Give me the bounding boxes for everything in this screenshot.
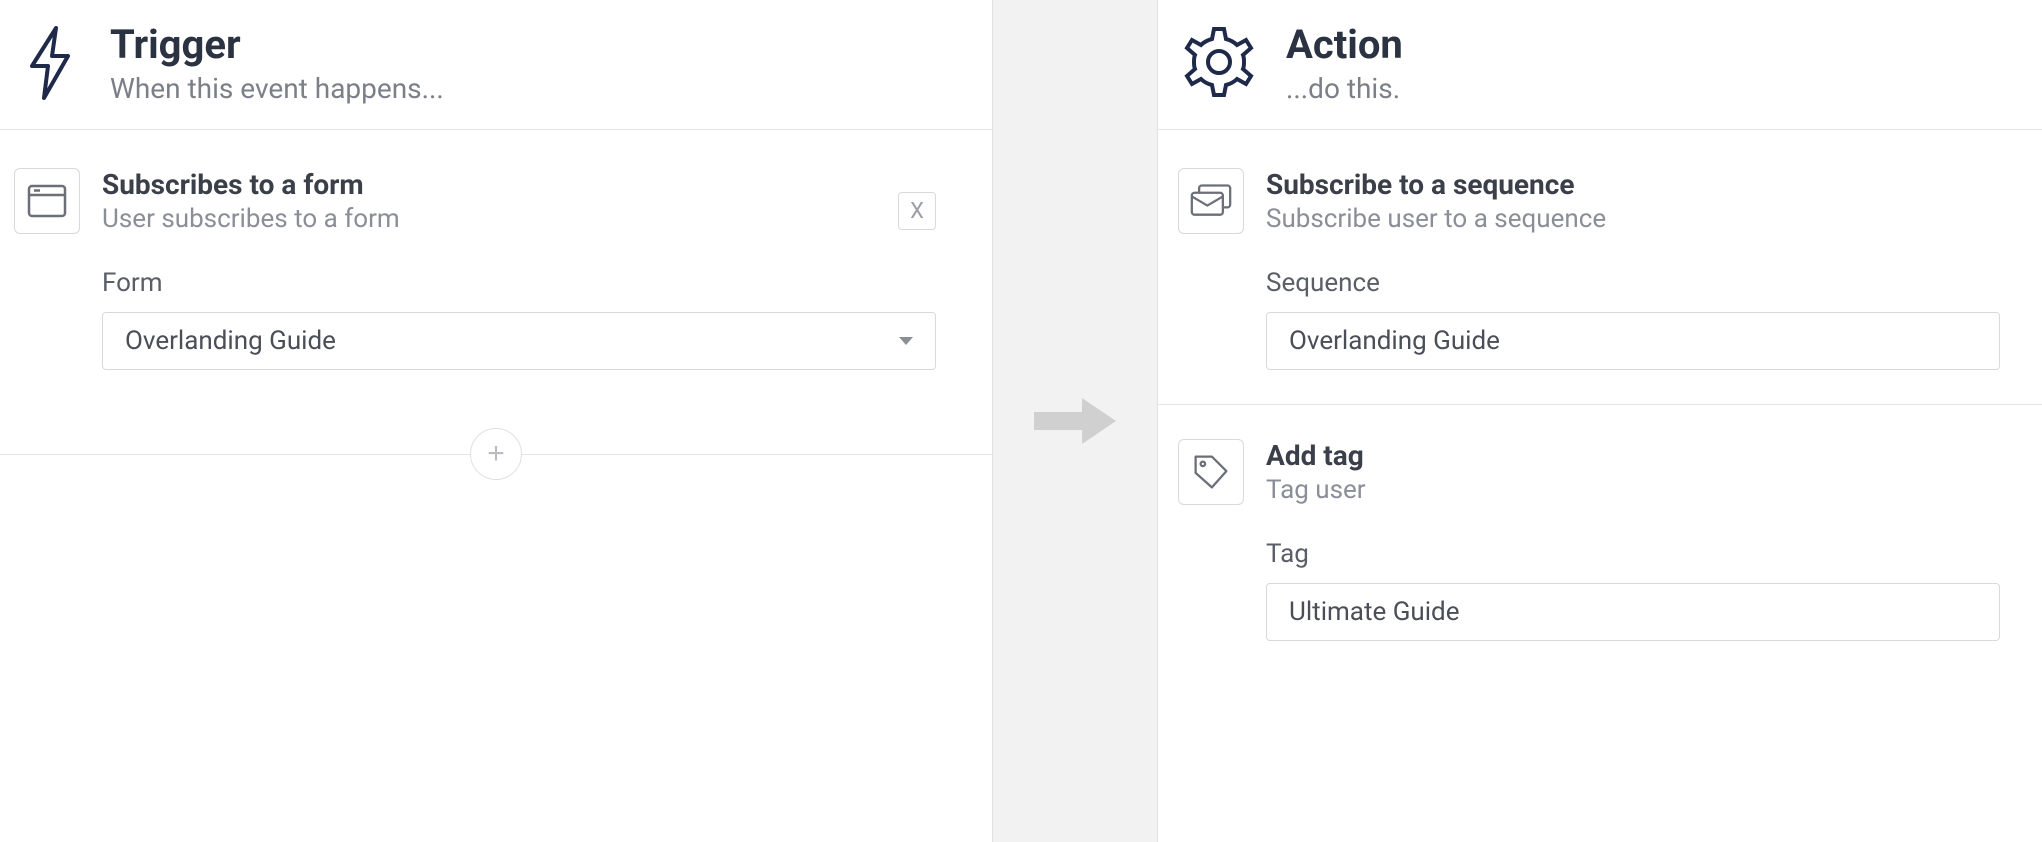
trigger-card-head: Subscribes to a form User subscribes to … [14, 168, 978, 234]
action-header-text: Action ...do this. [1286, 22, 1403, 105]
tag-select-value: Ultimate Guide [1289, 597, 1460, 627]
trigger-header: Trigger When this event happens... [0, 0, 992, 130]
action-card-sequence: Subscribe to a sequence Subscribe user t… [1178, 168, 2042, 370]
trigger-card-title: Subscribes to a form [102, 168, 400, 202]
tag-field-label: Tag [1266, 539, 2000, 569]
gear-icon [1178, 22, 1260, 104]
arrow-right-icon [1032, 394, 1118, 448]
form-field-label: Form [102, 268, 936, 298]
action-body: Subscribe to a sequence Subscribe user t… [1158, 130, 2042, 641]
sequence-select-value: Overlanding Guide [1289, 326, 1500, 356]
action-card-head: Subscribe to a sequence Subscribe user t… [1178, 168, 2042, 234]
action-card-title: Add tag [1266, 439, 1366, 473]
action-separator [1158, 404, 2042, 405]
sequence-select[interactable]: Overlanding Guide [1266, 312, 2000, 370]
sequence-field-label: Sequence [1266, 268, 2000, 298]
trigger-card: Subscribes to a form User subscribes to … [14, 168, 978, 370]
action-card-tag: Add tag Tag user Tag Ultimate Guide [1178, 439, 2042, 641]
action-card-description: Tag user [1266, 475, 1366, 505]
trigger-header-text: Trigger When this event happens... [110, 22, 444, 105]
trigger-title: Trigger [110, 22, 444, 68]
envelope-stack-icon [1178, 168, 1244, 234]
close-icon: X [910, 199, 924, 224]
action-header: Action ...do this. [1158, 0, 2042, 130]
trigger-card-description: User subscribes to a form [102, 204, 400, 234]
action-subtitle: ...do this. [1286, 72, 1403, 105]
add-trigger-row: + [14, 428, 978, 480]
plus-icon: + [487, 437, 505, 471]
trigger-panel: Trigger When this event happens... Subsc… [0, 0, 992, 842]
action-card-head: Add tag Tag user [1178, 439, 2042, 505]
sequence-field-group: Sequence Overlanding Guide [1266, 268, 2042, 370]
chevron-down-icon [899, 337, 913, 345]
form-icon [14, 168, 80, 234]
action-panel: Action ...do this. Subscribe to a sequen… [1158, 0, 2042, 842]
add-trigger-button[interactable]: + [470, 428, 522, 480]
tag-select[interactable]: Ultimate Guide [1266, 583, 2000, 641]
lightning-icon [18, 22, 82, 100]
action-card-titles: Subscribe to a sequence Subscribe user t… [1266, 168, 1606, 234]
remove-trigger-button[interactable]: X [898, 192, 936, 230]
trigger-body: Subscribes to a form User subscribes to … [0, 130, 992, 480]
tag-field-group: Tag Ultimate Guide [1266, 539, 2042, 641]
action-card-titles: Add tag Tag user [1266, 439, 1366, 505]
action-card-title: Subscribe to a sequence [1266, 168, 1606, 202]
trigger-card-titles: Subscribes to a form User subscribes to … [102, 168, 400, 234]
action-title: Action [1286, 22, 1403, 68]
tag-icon [1178, 439, 1244, 505]
trigger-subtitle: When this event happens... [110, 72, 444, 105]
flow-connector [992, 0, 1158, 842]
form-select[interactable]: Overlanding Guide [102, 312, 936, 370]
form-select-value: Overlanding Guide [125, 326, 336, 356]
action-card-description: Subscribe user to a sequence [1266, 204, 1606, 234]
trigger-field-group: Form Overlanding Guide [102, 268, 978, 370]
